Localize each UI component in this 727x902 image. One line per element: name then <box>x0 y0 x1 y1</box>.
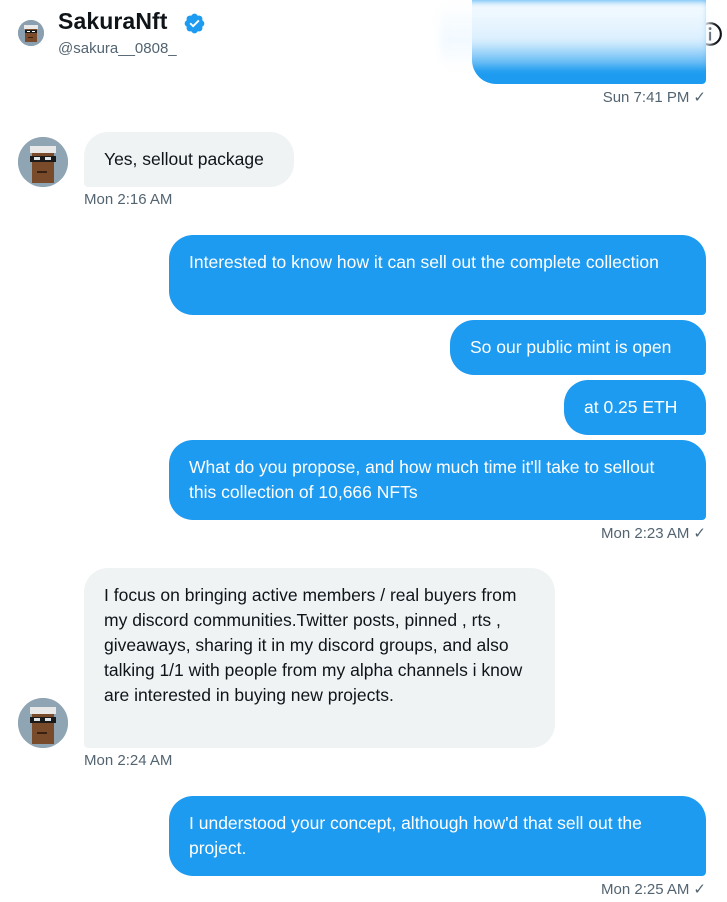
message-bubble-incoming[interactable]: Yes, sellout package <box>84 132 294 187</box>
header-avatar[interactable] <box>18 20 44 46</box>
read-checkmark-icon: ✓ <box>693 525 706 542</box>
message-timestamp: Sun 7:41 PM ✓ <box>602 89 706 106</box>
message-timestamp: Mon 2:16 AM <box>84 191 173 208</box>
message-bubble-outgoing[interactable]: So our public mint is open <box>450 320 706 375</box>
pixel-punk-avatar-icon <box>18 137 68 187</box>
message-timestamp: Mon 2:24 AM <box>84 752 173 769</box>
contact-avatar[interactable] <box>18 137 68 187</box>
scroll-fade-overlay <box>440 0 710 68</box>
pixel-punk-avatar-icon <box>18 20 44 46</box>
read-checkmark-icon: ✓ <box>693 89 706 106</box>
message-timestamp: Mon 2:23 AM ✓ <box>601 525 706 542</box>
pixel-punk-avatar-icon <box>18 698 68 748</box>
message-bubble-outgoing[interactable]: at 0.25 ETH <box>564 380 706 435</box>
message-timestamp: Mon 2:25 AM ✓ <box>601 881 706 898</box>
contact-avatar[interactable] <box>18 698 68 748</box>
message-bubble-incoming[interactable]: I focus on bringing active members / rea… <box>84 568 555 748</box>
contact-name[interactable]: SakuraNft <box>58 8 168 35</box>
verified-badge-icon <box>184 13 205 34</box>
read-checkmark-icon: ✓ <box>693 881 706 898</box>
message-bubble-outgoing[interactable]: What do you propose, and how much time i… <box>169 440 706 520</box>
contact-handle[interactable]: @sakura__0808_ <box>58 40 177 57</box>
message-bubble-outgoing[interactable]: Interested to know how it can sell out t… <box>169 235 706 315</box>
message-bubble-outgoing[interactable]: I understood your concept, although how'… <box>169 796 706 876</box>
